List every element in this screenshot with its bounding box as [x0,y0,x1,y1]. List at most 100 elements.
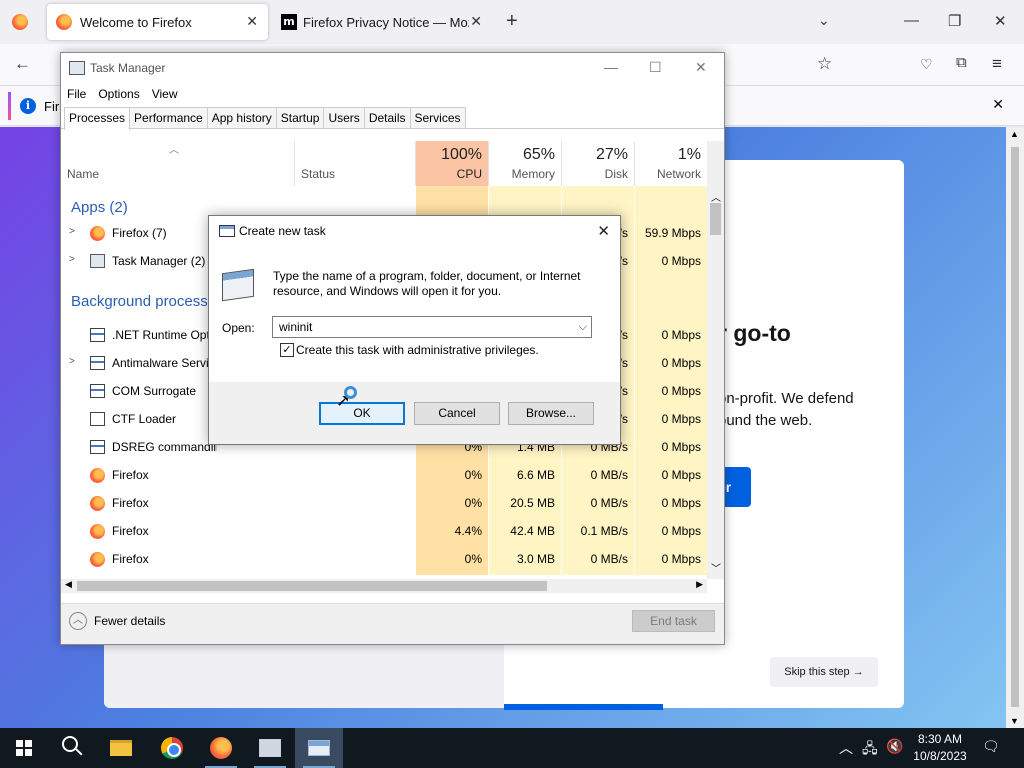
chevron-down-icon[interactable]: ⌵ [579,317,587,337]
scrollbar-thumb[interactable] [77,581,547,591]
extensions-icon[interactable]: ⧉ [956,54,967,71]
scroll-down-icon[interactable]: ▼ [1010,716,1019,726]
tab-startup[interactable]: Startup [275,107,325,128]
clock-time[interactable]: 8:30 AM [910,732,970,746]
close-icon[interactable]: ✕ [695,59,707,76]
scroll-up-icon[interactable]: ︿ [711,189,721,204]
pocket-icon[interactable]: ♡ [920,56,933,73]
bookmark-star-icon[interactable]: ☆ [817,54,832,74]
column-header-disk[interactable]: 27% Disk [562,141,635,186]
search-button[interactable] [48,728,96,768]
memory-value: 6.6 MB [516,468,555,482]
chrome-button[interactable] [148,728,196,768]
end-task-button[interactable]: End task [632,610,715,632]
tab-services[interactable]: Services [409,107,466,128]
menu-icon[interactable]: ≡ [992,54,1002,74]
column-label-name: Name [67,167,100,181]
tab-welcome-to-firefox[interactable]: Welcome to Firefox ✕ [47,4,268,40]
tab-users[interactable]: Users [323,107,365,128]
page-scrollbar[interactable]: ▲ ▼ [1006,127,1024,728]
search-icon [62,736,78,752]
memory-value: 42.4 MB [510,524,555,538]
list-all-tabs-icon[interactable]: ⌄ [818,12,830,29]
chevron-right-icon[interactable]: > [69,356,75,367]
close-icon[interactable]: ✕ [992,96,1004,113]
close-icon[interactable]: ✕ [994,12,1007,30]
table-row[interactable]: Firefox 4.4% 42.4 MB 0.1 MB/s 0 Mbps [61,517,707,545]
browse-button[interactable]: Browse... [508,402,594,425]
table-row[interactable]: Firefox 0% 3.0 MB 0 MB/s 0 Mbps [61,545,707,573]
column-label-network: Network [656,167,701,181]
clock-date[interactable]: 10/8/2023 [906,749,974,763]
task-manager-titlebar[interactable]: Task Manager — ☐ ✕ [61,53,724,83]
volume-muted-icon[interactable]: 🔇 [886,738,903,755]
process-icon [90,356,105,370]
process-table-scrollbar[interactable]: ︿ ﹀ [707,141,724,579]
menu-view[interactable]: View [146,85,184,105]
group-header-background: Background process [71,293,208,310]
chevron-right-icon[interactable]: > [69,254,75,265]
close-icon[interactable]: ✕ [470,13,482,30]
column-header-memory[interactable]: 65% Memory [489,141,562,186]
fewer-details-link[interactable]: Fewer details [94,614,165,628]
scroll-down-icon[interactable]: ﹀ [711,560,721,575]
cancel-button[interactable]: Cancel [414,402,500,425]
start-button[interactable] [0,728,48,768]
chevron-right-icon[interactable]: > [69,226,75,237]
table-row[interactable]: Firefox 0% 20.5 MB 0 MB/s 0 Mbps [61,489,707,517]
close-icon[interactable]: ✕ [597,222,610,240]
info-icon: i [20,98,36,114]
firefox-view-icon[interactable] [12,14,28,30]
notifications-icon[interactable]: 🗨 [982,738,1000,755]
menu-file[interactable]: File [61,85,92,105]
network-value: 0 Mbps [661,254,701,268]
menu-bar: File Options View [61,85,184,105]
column-header-network[interactable]: 1% Network [635,141,707,186]
scrollbar-thumb[interactable] [710,203,721,235]
firefox-icon [90,552,105,567]
network-icon[interactable]: 🖧 [862,738,878,762]
admin-privileges-label[interactable]: Create this task with administrative pri… [296,343,539,357]
open-field-value[interactable]: wininit [279,320,312,334]
memory-value: 3.0 MB [516,552,555,566]
notification-text: Fir [44,99,60,114]
tab-performance[interactable]: Performance [129,107,208,128]
network-value: 0 Mbps [661,440,701,454]
maximize-icon[interactable]: ☐ [649,59,662,76]
table-row[interactable]: Firefox 0% 6.6 MB 0 MB/s 0 Mbps [61,461,707,489]
network-value: 0 Mbps [661,468,701,482]
column-header-name[interactable]: Name [61,141,295,186]
minimize-icon[interactable]: — [904,12,919,29]
run-taskbar-button[interactable] [295,728,343,768]
tab-processes[interactable]: Processes [64,107,131,130]
close-icon[interactable]: ✕ [246,13,258,30]
process-table-hscrollbar[interactable]: ◀ ▶ [61,579,707,593]
scroll-right-icon[interactable]: ▶ [696,579,703,590]
tab-firefox-privacy-notice[interactable]: m Firefox Privacy Notice — Mozil ✕ [272,4,492,40]
menu-options[interactable]: Options [92,85,145,105]
scrollbar-thumb[interactable] [1011,147,1019,707]
column-header-status[interactable]: Status [295,141,416,186]
minimize-icon[interactable]: — [604,59,618,75]
process-name: DSREG commandline tool [112,440,217,454]
restore-icon[interactable]: ❐ [948,12,961,30]
skip-step-button[interactable]: Skip this step → [770,657,878,687]
admin-privileges-checkbox[interactable]: ✓ [280,343,294,357]
open-combobox[interactable]: wininit ⌵ [272,316,592,338]
run-icon [219,225,235,237]
show-hidden-icons-icon[interactable]: ︿ [839,738,853,758]
firefox-taskbar-button[interactable] [197,728,245,768]
scroll-up-icon[interactable]: ▲ [1010,129,1019,139]
chevron-up-icon[interactable]: ︿ [69,612,87,630]
column-header-cpu[interactable]: 100% CPU [416,141,489,186]
tab-app-history[interactable]: App history [206,107,277,128]
back-icon[interactable]: ← [14,54,31,74]
network-value: 0 Mbps [661,328,701,342]
scroll-left-icon[interactable]: ◀ [65,579,72,590]
file-explorer-button[interactable] [98,728,146,768]
task-manager-taskbar-button[interactable] [246,728,294,768]
new-tab-icon[interactable]: + [506,10,518,33]
tab-details[interactable]: Details [363,107,411,128]
column-label-cpu: CPU [456,167,482,181]
ok-button[interactable]: OK [319,402,405,425]
